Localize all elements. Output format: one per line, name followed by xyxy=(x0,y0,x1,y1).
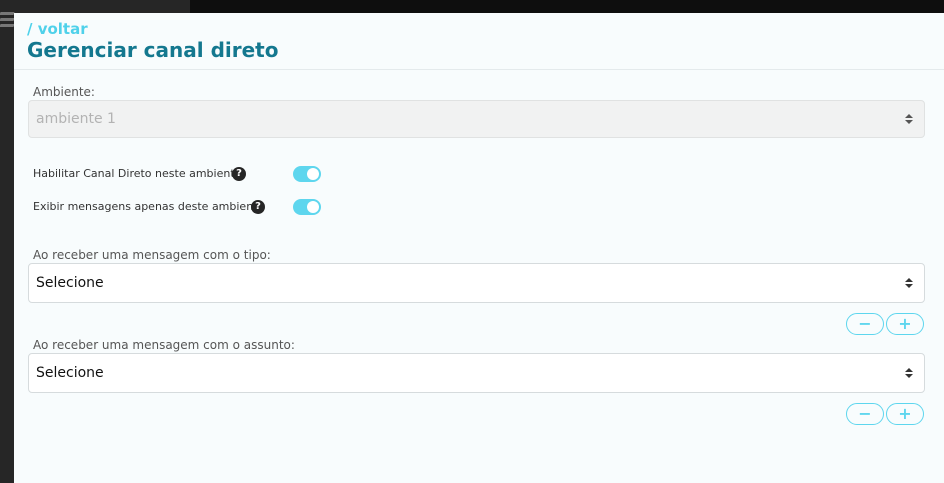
remove-type-button[interactable]: − xyxy=(846,313,884,335)
select-arrows-icon xyxy=(905,367,913,379)
ambiente-select-value: ambiente 1 xyxy=(36,111,116,127)
enable-channel-label: Habilitar Canal Direto neste ambiente xyxy=(33,167,242,180)
help-icon[interactable]: ? xyxy=(232,167,246,181)
toggle-row-show-only-messages: Exibir mensagens apenas deste ambiente ? xyxy=(33,197,333,217)
back-link[interactable]: / voltar xyxy=(27,20,88,38)
menu-icon xyxy=(0,12,15,32)
manage-direct-channel-panel: / voltar Gerenciar canal direto Ambiente… xyxy=(14,13,944,483)
message-subject-label: Ao receber uma mensagem com o assunto: xyxy=(33,338,295,352)
add-subject-button[interactable]: + xyxy=(886,403,924,425)
select-arrows-icon xyxy=(905,113,913,125)
help-icon[interactable]: ? xyxy=(251,200,265,214)
panel-header: / voltar Gerenciar canal direto xyxy=(14,13,944,70)
toggle-knob xyxy=(307,168,319,180)
message-type-select[interactable]: Selecione xyxy=(28,263,925,303)
message-subject-select[interactable]: Selecione xyxy=(28,353,925,393)
toggle-row-enable-channel: Habilitar Canal Direto neste ambiente ? xyxy=(33,164,333,184)
show-only-messages-toggle[interactable] xyxy=(293,199,321,215)
message-subject-select-value: Selecione xyxy=(36,365,104,381)
page-title: Gerenciar canal direto xyxy=(27,38,279,62)
enable-channel-toggle[interactable] xyxy=(293,166,321,182)
select-arrows-icon xyxy=(905,277,913,289)
message-type-select-value: Selecione xyxy=(36,275,104,291)
ambiente-label: Ambiente: xyxy=(33,85,95,99)
message-type-label: Ao receber uma mensagem com o tipo: xyxy=(33,248,271,262)
add-type-button[interactable]: + xyxy=(886,313,924,335)
ambiente-select[interactable]: ambiente 1 xyxy=(28,100,925,138)
remove-subject-button[interactable]: − xyxy=(846,403,884,425)
message-type-buttons: − + xyxy=(846,313,926,337)
message-subject-buttons: − + xyxy=(846,403,926,427)
toggle-knob xyxy=(307,201,319,213)
show-only-messages-label: Exibir mensagens apenas deste ambiente xyxy=(33,200,265,213)
